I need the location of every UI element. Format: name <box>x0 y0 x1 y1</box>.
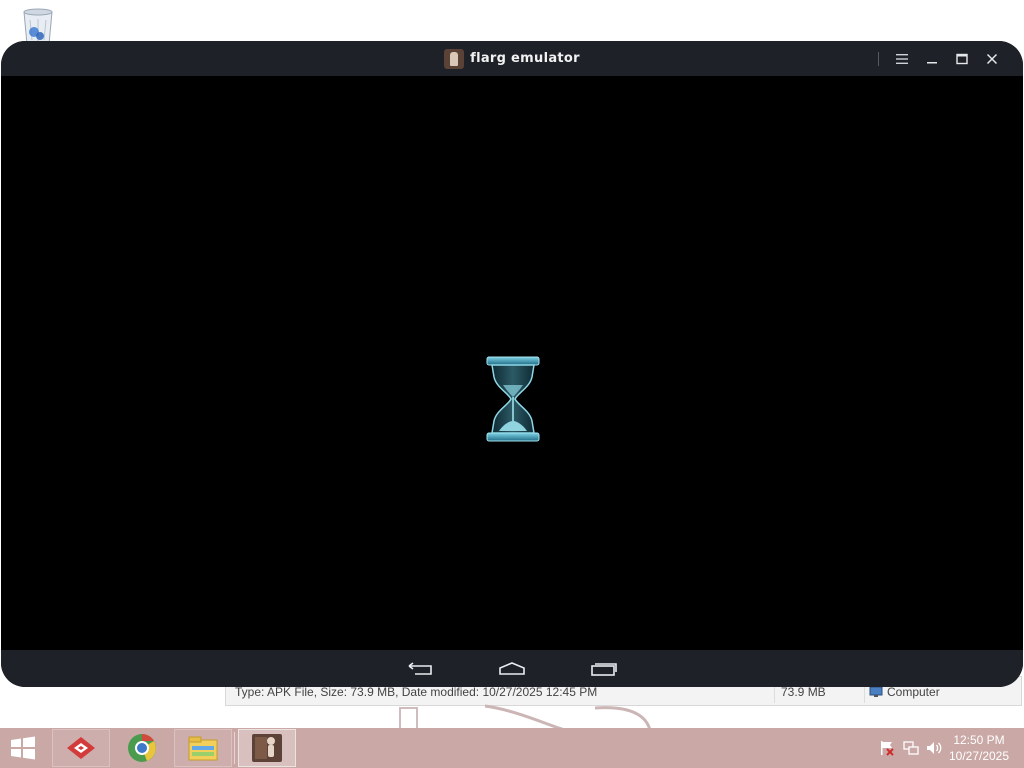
taskbar-chrome[interactable] <box>113 729 171 767</box>
recents-icon <box>591 662 617 676</box>
window-title: flarg emulator <box>470 51 580 66</box>
taskbar-genymotion[interactable] <box>52 729 110 767</box>
back-button[interactable] <box>405 658 435 680</box>
menu-icon <box>896 53 908 64</box>
titlebar-divider <box>878 51 879 66</box>
computer-icon <box>869 686 883 697</box>
chrome-icon <box>128 734 156 762</box>
wallpaper-doodle <box>399 704 652 730</box>
clock-date: 10/27/2025 <box>948 749 1010 763</box>
taskbar-file-explorer[interactable] <box>174 729 232 767</box>
clock-time: 12:50 PM <box>953 733 1005 747</box>
file-explorer-icon <box>188 736 218 761</box>
maximize-button[interactable] <box>947 44 977 74</box>
windows-start-icon <box>11 736 35 760</box>
recents-button[interactable] <box>589 658 619 680</box>
taskbar-clock[interactable]: 12:50 PM 10/27/2025 <box>946 732 1012 764</box>
emulator-titlebar[interactable]: flarg emulator <box>1 41 1023 76</box>
flarg-emulator-icon <box>252 734 282 762</box>
taskbar: 12:50 PM 10/27/2025 <box>0 728 1024 768</box>
flarg-app-icon <box>444 48 465 69</box>
minimize-icon <box>927 61 937 63</box>
status-location-label: Computer <box>887 685 940 699</box>
close-icon <box>986 53 998 64</box>
system-tray <box>878 728 944 768</box>
volume-icon <box>927 742 942 754</box>
home-button[interactable] <box>497 658 527 680</box>
genymotion-icon <box>67 737 95 759</box>
recycle-bin-icon[interactable] <box>18 6 58 46</box>
close-button[interactable] <box>977 44 1007 74</box>
home-icon <box>499 661 525 675</box>
hourglass-icon <box>486 356 540 442</box>
maximize-icon <box>956 53 968 64</box>
emulator-screen[interactable] <box>1 76 1023 650</box>
android-navbar <box>1 650 1023 687</box>
emulator-window: flarg emulator <box>1 41 1023 687</box>
start-button[interactable] <box>6 734 40 762</box>
taskbar-divider <box>234 732 235 764</box>
network-icon <box>903 741 919 755</box>
back-icon <box>408 661 432 675</box>
action-center-flag-icon <box>881 741 894 756</box>
minimize-button[interactable] <box>917 44 947 74</box>
status-file-details: Type: APK File, Size: 73.9 MB, Date modi… <box>235 685 598 699</box>
volume-button[interactable] <box>926 739 944 757</box>
network-button[interactable] <box>902 739 920 757</box>
action-center-button[interactable] <box>878 739 896 757</box>
menu-button[interactable] <box>887 44 917 74</box>
taskbar-flarg-emulator[interactable] <box>238 729 296 767</box>
